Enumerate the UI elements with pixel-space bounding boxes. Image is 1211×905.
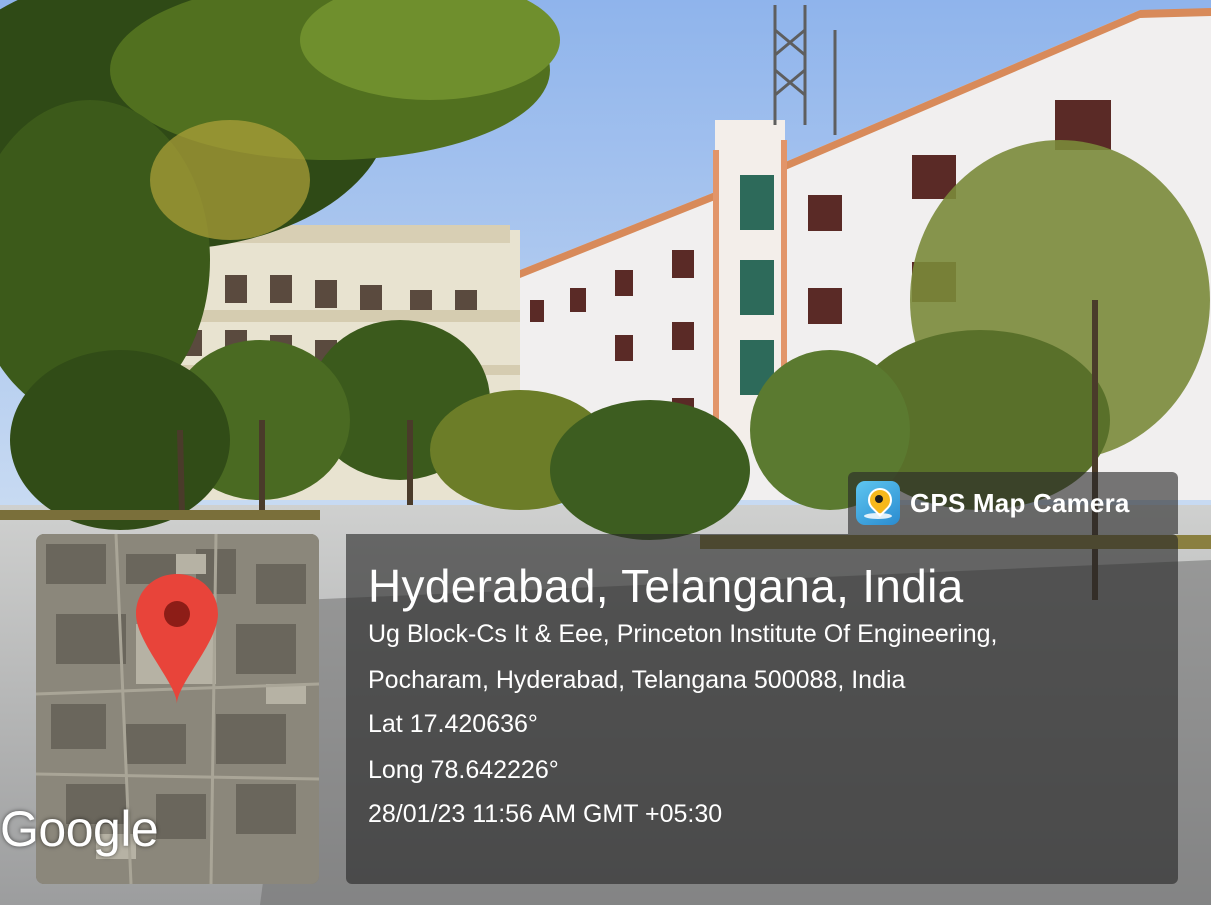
google-watermark: Google (0, 801, 159, 857)
app-name-label: GPS Map Camera (910, 487, 1130, 518)
gps-map-camera-badge: GPS Map Camera (848, 472, 1178, 534)
location-pin-camera-icon (856, 481, 900, 525)
location-info-panel: Hyderabad, Telangana, India Ug Block-Cs … (346, 534, 1178, 884)
location-title: Hyderabad, Telangana, India (368, 560, 964, 612)
latitude-text: Lat 17.420636° (368, 710, 538, 738)
address-line-1: Ug Block-Cs It & Eee, Princeton Institut… (368, 620, 998, 648)
pin-dot (875, 495, 883, 503)
pin-base (864, 513, 892, 519)
address-line-2: Pocharam, Hyderabad, Telangana 500088, I… (368, 666, 906, 694)
timestamp-text: 28/01/23 11:56 AM GMT +05:30 (368, 800, 723, 828)
longitude-text: Long 78.642226° (368, 756, 559, 784)
